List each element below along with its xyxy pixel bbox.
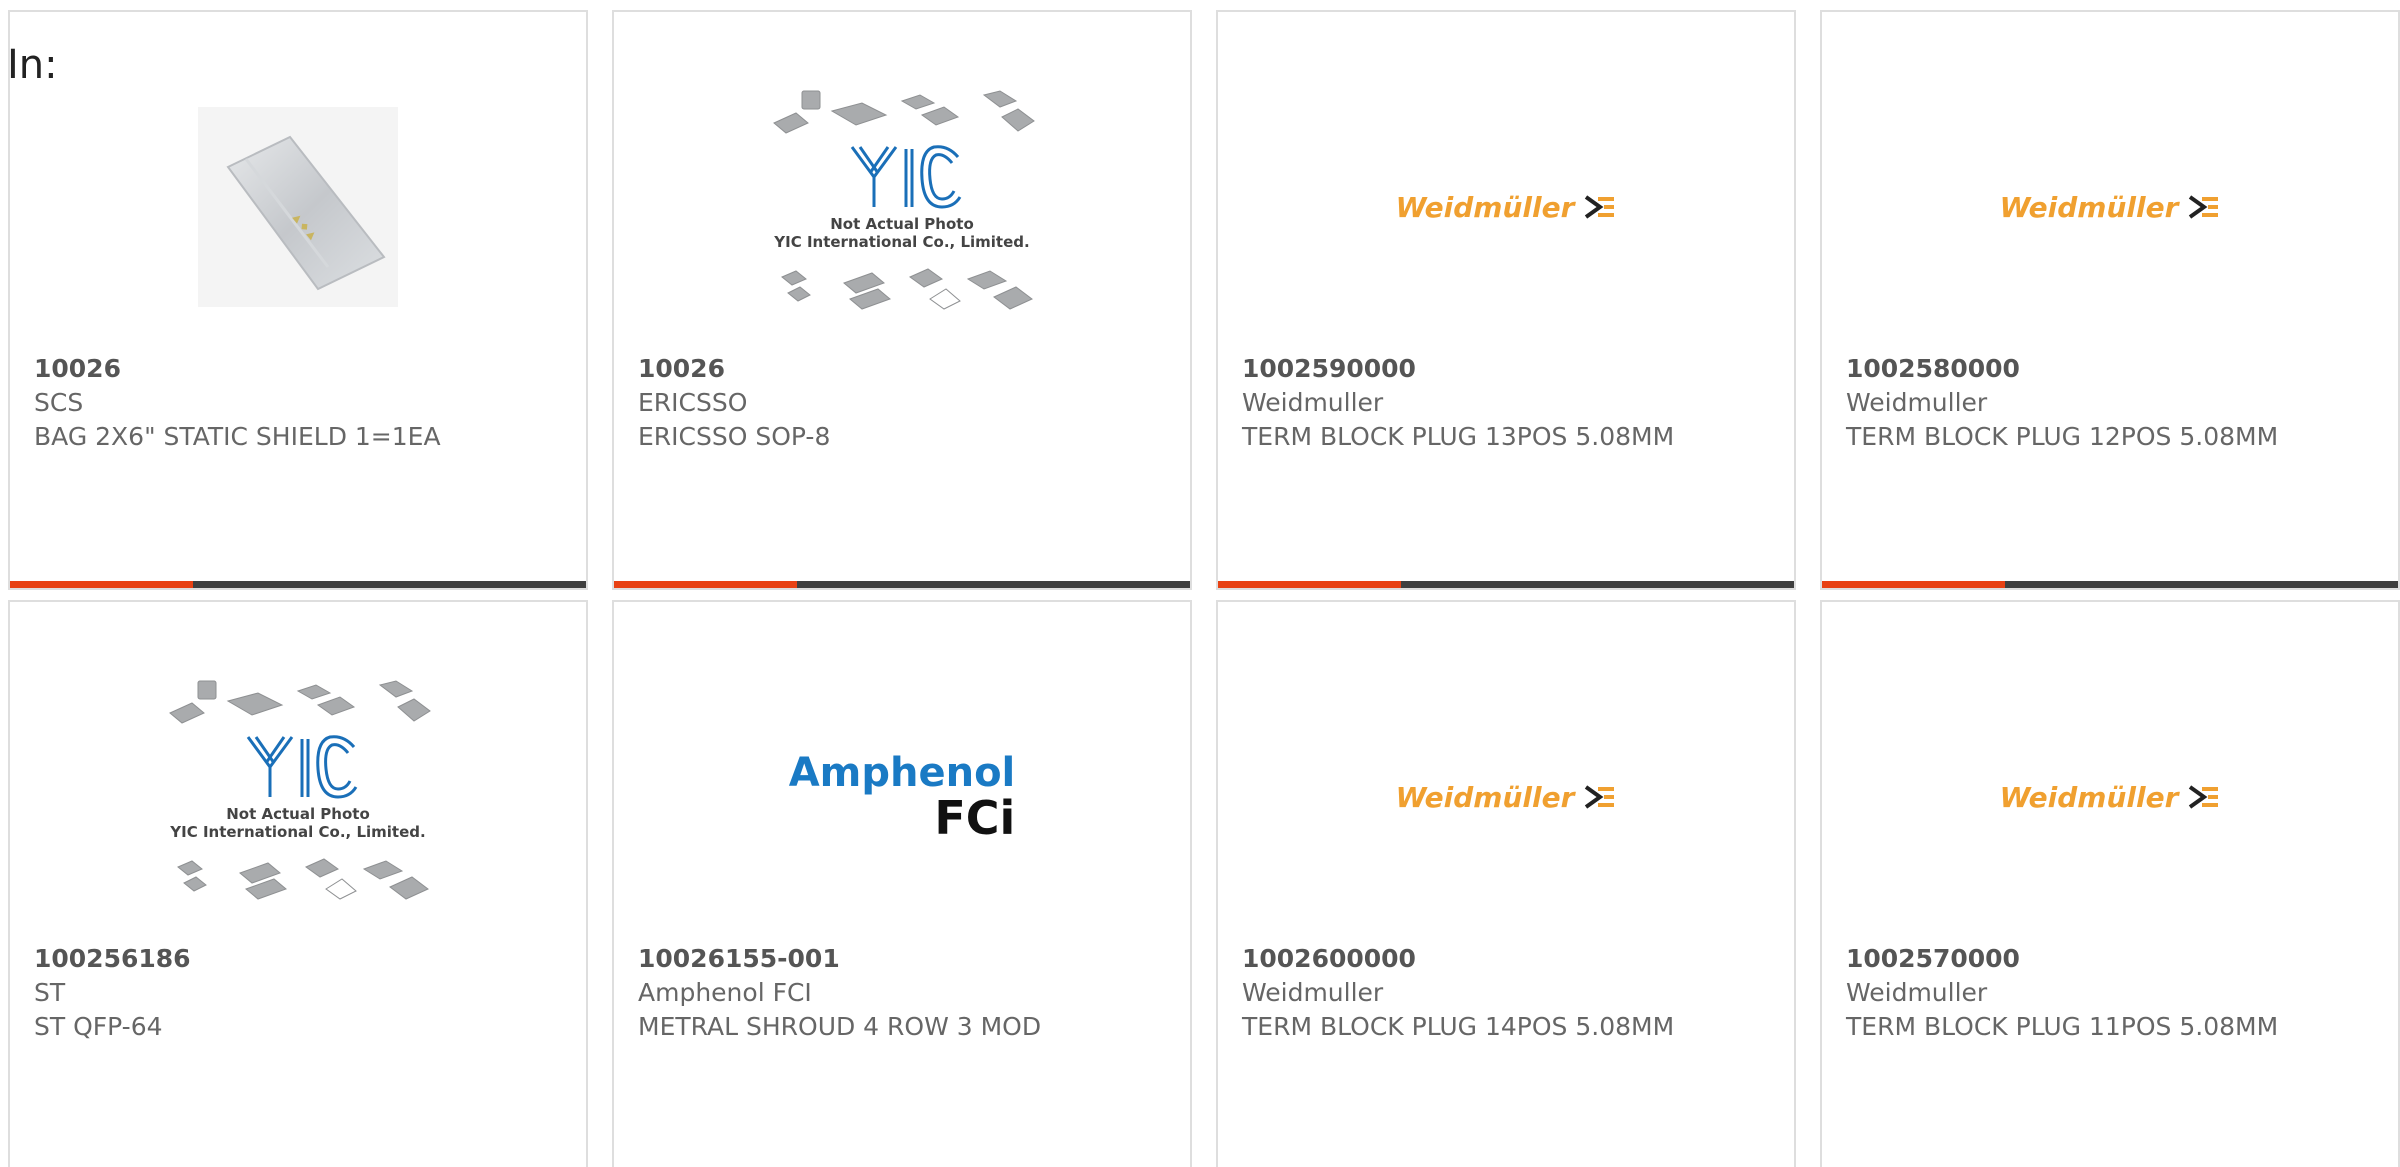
- card-footer-accent: [614, 581, 797, 588]
- manufacturer: ERICSSO: [638, 388, 748, 417]
- weidmuller-logo-text: Weidmüller: [1999, 190, 2179, 224]
- yic-placeholder-image: Not Actual Photo YIC International Co., …: [169, 680, 431, 900]
- card-footer-bar: [1218, 581, 1794, 588]
- part-number[interactable]: 100256186: [34, 942, 562, 976]
- card-footer-accent: [1218, 581, 1401, 588]
- product-grid: ▲ ◆ ▲ 10026 SCS BAG 2X6" STATIC SHIELD 1…: [8, 10, 2400, 1167]
- product-card[interactable]: Amphenol FCi 10026155-001 Amphenol FCI M…: [612, 600, 1192, 1167]
- part-number[interactable]: 10026: [638, 352, 1166, 386]
- part-number[interactable]: 1002600000: [1242, 942, 1770, 976]
- product-card[interactable]: Not Actual Photo YIC International Co., …: [8, 600, 588, 1167]
- product-grid-page: In: ▲ ◆ ▲ 10026 SCS BAG 2X6" STATIC SHIE…: [0, 0, 2400, 1167]
- yic-line1: Not Actual Photo: [226, 805, 370, 823]
- description: TERM BLOCK PLUG 14POS 5.08MM: [1242, 1012, 1675, 1041]
- weidmuller-logo: Weidmüller: [2000, 781, 2221, 814]
- card-footer-bar: [614, 581, 1190, 588]
- product-image[interactable]: Weidmüller: [1822, 62, 2398, 352]
- product-image[interactable]: Weidmüller: [1218, 652, 1794, 942]
- card-footer-accent: [1822, 581, 2005, 588]
- product-info: 10026 ERICSSO ERICSSO SOP-8: [638, 352, 1166, 454]
- description: TERM BLOCK PLUG 13POS 5.08MM: [1242, 422, 1675, 451]
- product-info: 1002570000 Weidmuller TERM BLOCK PLUG 11…: [1846, 942, 2374, 1044]
- manufacturer: SCS: [34, 388, 84, 417]
- card-footer-bar: [1822, 581, 2398, 588]
- product-image[interactable]: Not Actual Photo YIC International Co., …: [10, 652, 586, 942]
- product-info: 100256186 ST ST QFP-64: [34, 942, 562, 1044]
- description: TERM BLOCK PLUG 11POS 5.08MM: [1846, 1012, 2279, 1041]
- description: ST QFP-64: [34, 1012, 163, 1041]
- weidmuller-logo-text: Weidmüller: [1999, 780, 2179, 814]
- product-card[interactable]: Weidmüller 1002570000 Weidmuller TERM BL…: [1820, 600, 2400, 1167]
- product-image[interactable]: Amphenol FCi: [614, 652, 1190, 942]
- weidmuller-logo-text: Weidmüller: [1395, 780, 1575, 814]
- manufacturer: Weidmuller: [1242, 978, 1384, 1007]
- manufacturer: Amphenol FCI: [638, 978, 812, 1007]
- card-footer-bar: [10, 581, 586, 588]
- part-number[interactable]: 1002580000: [1846, 352, 2374, 386]
- yic-placeholder-image: Not Actual Photo YIC International Co., …: [773, 90, 1035, 310]
- yic-line2: YIC International Co., Limited.: [169, 823, 425, 841]
- description: METRAL SHROUD 4 ROW 3 MOD: [638, 1012, 1042, 1041]
- yic-line1: Not Actual Photo: [830, 215, 974, 233]
- product-info: 1002580000 Weidmuller TERM BLOCK PLUG 12…: [1846, 352, 2374, 454]
- weidmuller-mark-icon: [1585, 785, 1615, 809]
- product-image[interactable]: ▲ ◆ ▲: [10, 62, 586, 352]
- product-info: 10026155-001 Amphenol FCI METRAL SHROUD …: [638, 942, 1166, 1044]
- product-info: 1002590000 Weidmuller TERM BLOCK PLUG 13…: [1242, 352, 1770, 454]
- filter-label: In:: [7, 42, 58, 88]
- product-card[interactable]: Weidmüller 1002580000 Weidmuller TERM BL…: [1820, 10, 2400, 590]
- product-card[interactable]: Weidmüller 1002600000 Weidmuller TERM BL…: [1216, 600, 1796, 1167]
- manufacturer: Weidmuller: [1242, 388, 1384, 417]
- description: ERICSSO SOP-8: [638, 422, 831, 451]
- weidmuller-logo: Weidmüller: [1396, 191, 1617, 224]
- description: BAG 2X6" STATIC SHIELD 1=1EA: [34, 422, 441, 451]
- fci-logo-text: FCi: [934, 791, 1016, 845]
- product-card[interactable]: Not Actual Photo YIC International Co., …: [612, 10, 1192, 590]
- static-shield-bag-image: ▲ ◆ ▲: [198, 107, 398, 307]
- part-number[interactable]: 1002590000: [1242, 352, 1770, 386]
- product-info: 10026 SCS BAG 2X6" STATIC SHIELD 1=1EA: [34, 352, 562, 454]
- part-number[interactable]: 10026: [34, 352, 562, 386]
- amphenol-logo-text: Amphenol: [788, 750, 1016, 796]
- weidmuller-mark-icon: [1585, 195, 1615, 219]
- weidmuller-logo-text: Weidmüller: [1395, 190, 1575, 224]
- part-number[interactable]: 10026155-001: [638, 942, 1166, 976]
- product-card[interactable]: Weidmüller 1002590000 Weidmuller TERM BL…: [1216, 10, 1796, 590]
- product-image[interactable]: Not Actual Photo YIC International Co., …: [614, 62, 1190, 352]
- weidmuller-mark-icon: [2189, 195, 2219, 219]
- product-image[interactable]: Weidmüller: [1822, 652, 2398, 942]
- amphenol-fci-logo: Amphenol FCi: [789, 753, 1016, 841]
- part-number[interactable]: 1002570000: [1846, 942, 2374, 976]
- manufacturer: Weidmuller: [1846, 978, 1988, 1007]
- product-image[interactable]: Weidmüller: [1218, 62, 1794, 352]
- product-info: 1002600000 Weidmuller TERM BLOCK PLUG 14…: [1242, 942, 1770, 1044]
- weidmuller-logo: Weidmüller: [1396, 781, 1617, 814]
- description: TERM BLOCK PLUG 12POS 5.08MM: [1846, 422, 2279, 451]
- manufacturer: Weidmuller: [1846, 388, 1988, 417]
- product-card[interactable]: ▲ ◆ ▲ 10026 SCS BAG 2X6" STATIC SHIELD 1…: [8, 10, 588, 590]
- weidmuller-logo: Weidmüller: [2000, 191, 2221, 224]
- weidmuller-mark-icon: [2189, 785, 2219, 809]
- manufacturer: ST: [34, 978, 66, 1007]
- yic-line2: YIC International Co., Limited.: [773, 233, 1029, 251]
- card-footer-accent: [10, 581, 193, 588]
